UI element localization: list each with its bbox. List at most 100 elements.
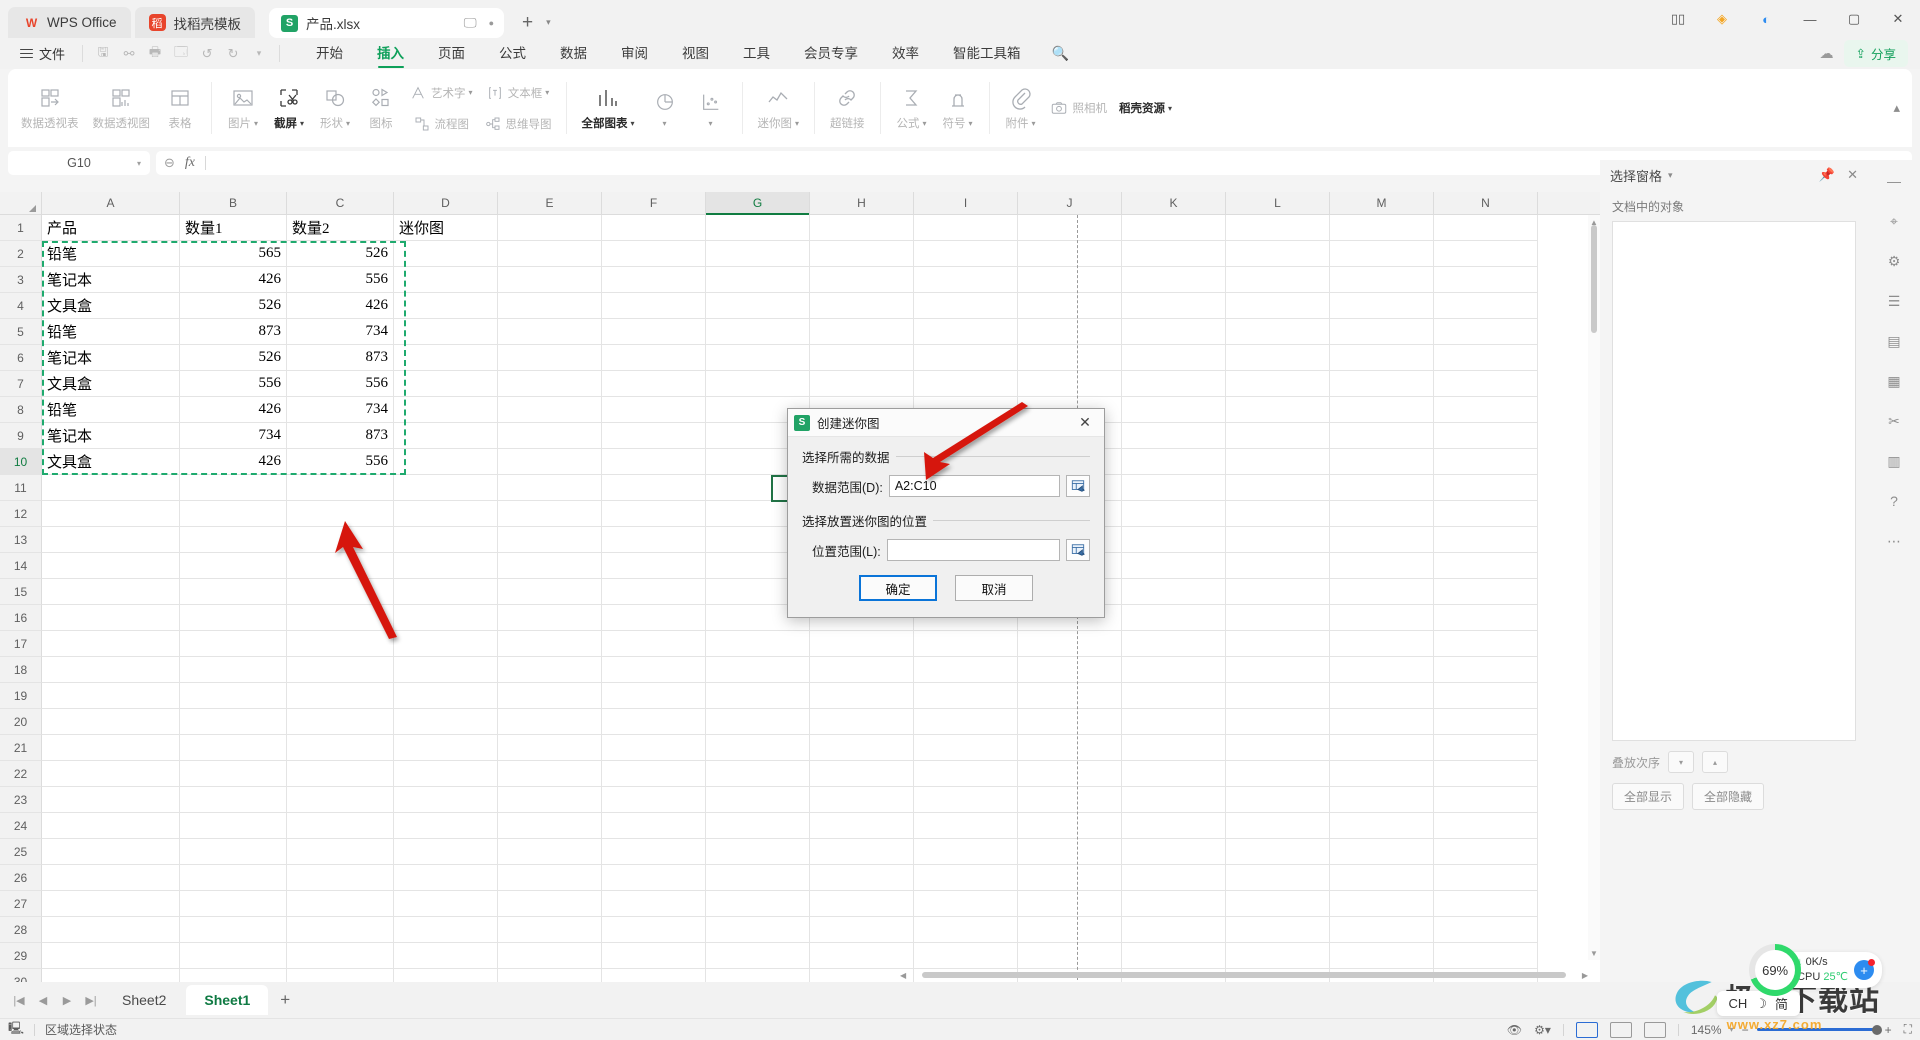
cell-G27[interactable] [706,891,810,917]
cell-J26[interactable] [1018,865,1122,891]
ribbon-button-hyperlink[interactable]: 超链接 [823,77,872,139]
cell-A2[interactable]: 铅笔 [42,241,180,267]
cell-A15[interactable] [42,579,180,605]
cell-E1[interactable] [498,215,602,241]
cell-N9[interactable] [1434,423,1538,449]
cell-J18[interactable] [1018,657,1122,683]
cell-K4[interactable] [1122,293,1226,319]
cell-N17[interactable] [1434,631,1538,657]
cell-F16[interactable] [602,605,706,631]
column-header-E[interactable]: E [498,192,602,214]
cell-H5[interactable] [810,319,914,345]
cell-I17[interactable] [914,631,1018,657]
cell-L25[interactable] [1226,839,1330,865]
cell-M25[interactable] [1330,839,1434,865]
cell-I21[interactable] [914,735,1018,761]
chevron-down-icon[interactable]: ▾ [246,42,272,66]
cell-D14[interactable] [394,553,498,579]
cell-D11[interactable] [394,475,498,501]
cell-L9[interactable] [1226,423,1330,449]
cell-K11[interactable] [1122,475,1226,501]
cell-L10[interactable] [1226,449,1330,475]
cell-L6[interactable] [1226,345,1330,371]
cell-M24[interactable] [1330,813,1434,839]
cell-E7[interactable] [498,371,602,397]
chevron-down-icon[interactable]: ▾ [137,159,141,168]
cell-A7[interactable]: 文具盒 [42,371,180,397]
grid-icon[interactable]: ▦ [1879,368,1909,394]
cell-D26[interactable] [394,865,498,891]
print-preview-icon[interactable]: 🗔 [168,42,194,66]
cell-F20[interactable] [602,709,706,735]
cell-G24[interactable] [706,813,810,839]
cell-F19[interactable] [602,683,706,709]
range-picker-icon[interactable] [1066,539,1090,561]
select-all-corner[interactable] [0,192,42,214]
row-header-23[interactable]: 23 [0,787,42,813]
cell-F8[interactable] [602,397,706,423]
page-break-icon[interactable] [1643,1021,1666,1038]
row-header-2[interactable]: 2 [0,241,42,267]
cell-F7[interactable] [602,371,706,397]
ribbon-tab-4[interactable]: 数据 [543,38,604,69]
cell-E29[interactable] [498,943,602,969]
cell-F27[interactable] [602,891,706,917]
cell-N3[interactable] [1434,267,1538,293]
cell-D29[interactable] [394,943,498,969]
cell-J22[interactable] [1018,761,1122,787]
cell-A14[interactable] [42,553,180,579]
print-icon[interactable]: 🖶 [142,42,168,66]
fullscreen-icon[interactable]: ⛶ [1904,1022,1912,1037]
cell-A9[interactable]: 笔记本 [42,423,180,449]
cell-D25[interactable] [394,839,498,865]
cell-D7[interactable] [394,371,498,397]
normal-view-icon[interactable] [1575,1021,1598,1038]
cell-D6[interactable] [394,345,498,371]
prev-sheet-icon[interactable]: ◀ [32,989,54,1011]
cell-B20[interactable] [180,709,287,735]
cell-F11[interactable] [602,475,706,501]
cell-M28[interactable] [1330,917,1434,943]
cell-A22[interactable] [42,761,180,787]
cursor-icon[interactable]: ⌖ [1879,208,1909,234]
cell-A4[interactable]: 文具盒 [42,293,180,319]
cell-I29[interactable] [914,943,1018,969]
add-icon[interactable]: + [1854,959,1875,980]
cell-M27[interactable] [1330,891,1434,917]
cell-N23[interactable] [1434,787,1538,813]
cell-L4[interactable] [1226,293,1330,319]
cell-L8[interactable] [1226,397,1330,423]
cell-H25[interactable] [810,839,914,865]
cell-H20[interactable] [810,709,914,735]
cell-M12[interactable] [1330,501,1434,527]
cell-H6[interactable] [810,345,914,371]
zoom-in-button[interactable]: + [1885,1023,1892,1037]
cell-H24[interactable] [810,813,914,839]
ribbon-button-camera[interactable]: 照相机 [1044,77,1114,139]
cell-E3[interactable] [498,267,602,293]
row-header-13[interactable]: 13 [0,527,42,553]
save-icon[interactable]: 🖫 [90,42,116,66]
collapse-icon[interactable]: — [1879,168,1909,194]
ribbon-button-pivot-chart[interactable]: 数据透视图 [86,77,158,139]
first-sheet-icon[interactable]: |◀ [8,989,30,1011]
range-picker-icon[interactable] [1066,475,1090,497]
cell-G20[interactable] [706,709,810,735]
cell-K18[interactable] [1122,657,1226,683]
cell-B19[interactable] [180,683,287,709]
sheet-tab-sheet2[interactable]: Sheet2 [104,985,184,1015]
column-header-K[interactable]: K [1122,192,1226,214]
fx-icon[interactable]: fx [185,155,195,171]
cell-B14[interactable] [180,553,287,579]
cell-I20[interactable] [914,709,1018,735]
cell-K8[interactable] [1122,397,1226,423]
cell-N28[interactable] [1434,917,1538,943]
cloud-sync-icon[interactable]: ☁ [1820,45,1834,62]
app-tab-wps-office[interactable]: W WPS Office [8,7,131,38]
cell-H17[interactable] [810,631,914,657]
row-header-9[interactable]: 9 [0,423,42,449]
cell-J2[interactable] [1018,241,1122,267]
column-header-J[interactable]: J [1018,192,1122,214]
cell-E21[interactable] [498,735,602,761]
hide-all-button[interactable]: 全部隐藏 [1692,783,1765,810]
